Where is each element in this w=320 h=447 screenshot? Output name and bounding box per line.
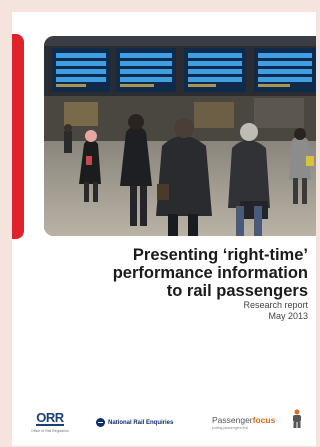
orr-logo-mark: ORR <box>36 410 64 426</box>
passenger-focus-word-2: focus <box>252 415 276 425</box>
report-cover: Presenting ‘right-time’ performance info… <box>12 12 316 446</box>
national-rail-icon <box>96 418 105 427</box>
departure-boards <box>52 48 316 92</box>
national-rail-logo: National Rail Enquiries <box>96 418 173 427</box>
national-rail-name: National Rail Enquiries <box>108 419 174 426</box>
report-meta: Research report May 2013 <box>108 300 308 321</box>
passenger-focus-tagline: putting passengers first <box>212 426 249 430</box>
report-type: Research report <box>243 300 308 310</box>
report-title-line-3: to rail passengers <box>166 282 308 300</box>
partner-logos: ORR Office of Rail Regulation National R… <box>12 407 316 447</box>
passenger-focus-word-1: Passenger <box>212 415 253 425</box>
passenger-focus-logo: Passengerfocus putting passengers first <box>212 409 301 430</box>
report-title: Presenting ‘right-time’ performance info… <box>48 246 308 300</box>
report-title-line-2: performance information <box>112 264 308 282</box>
person-figure-icon <box>293 409 301 428</box>
report-title-line-1: Presenting ‘right-time’ <box>132 246 308 264</box>
red-accent-tab <box>12 34 24 239</box>
cover-photo <box>44 36 316 236</box>
report-date: May 2013 <box>268 310 308 321</box>
orr-logo-subtitle: Office of Rail Regulation <box>31 429 69 433</box>
passenger-focus-wordmark: Passengerfocus <box>212 415 275 425</box>
orr-logo: ORR Office of Rail Regulation <box>28 409 72 433</box>
